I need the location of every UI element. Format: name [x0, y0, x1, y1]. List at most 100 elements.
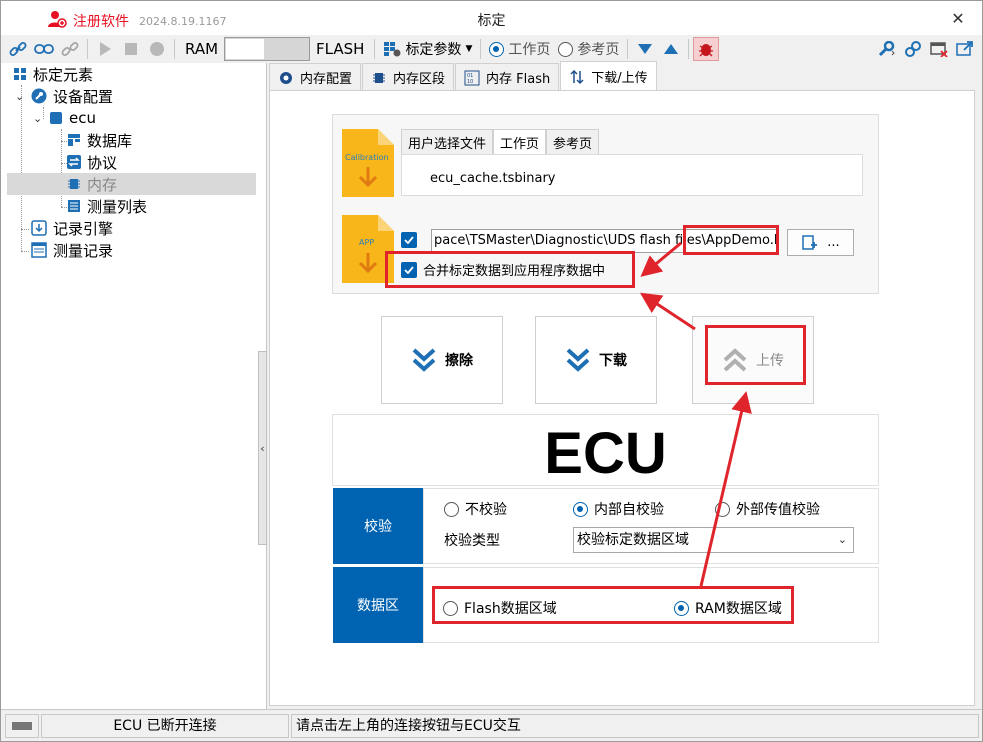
tree-item-database[interactable]: 数据库 [67, 129, 132, 151]
tree-label-measure-list: 测量列表 [87, 197, 148, 216]
verify-option-label: 不校验 [465, 502, 507, 518]
reference-page-radio[interactable]: 参考页 [554, 39, 623, 59]
svg-text:10: 10 [467, 79, 473, 85]
toolbar-separator [174, 39, 175, 59]
record-icon[interactable] [144, 37, 170, 61]
add-file-icon [802, 234, 818, 250]
tab-label: 下载/上传 [591, 71, 648, 86]
toolbar-separator [374, 39, 376, 59]
wrench-icon[interactable] [874, 37, 900, 61]
ecu-title: ECU [332, 414, 879, 486]
tree-item-protocol[interactable]: 协议 [67, 151, 117, 173]
unlink-icon[interactable] [57, 37, 83, 61]
chain-icon[interactable] [31, 37, 57, 61]
play-icon[interactable] [92, 37, 118, 61]
app-path-prefix: pace\TSMaster\Diagnostic\UDS flash files… [434, 233, 706, 248]
tab-memory-config[interactable]: 内存配置 [269, 63, 362, 91]
highlight-data-area [432, 586, 794, 624]
toolbar-separator [480, 39, 482, 59]
ram-label: RAM [185, 40, 219, 58]
verify-option-external[interactable]: 外部传值校验 [715, 499, 820, 519]
verify-option-internal[interactable]: 内部自校验 [573, 499, 664, 519]
chevron-down-icon[interactable]: ⌄ [15, 90, 25, 103]
memory-chip-icon [373, 72, 386, 83]
browse-label: ... [827, 235, 840, 250]
verify-head: 校验 [333, 488, 423, 564]
toolbar: RAM FLASH 标定参数 ▼ 工作页 参考页 [1, 35, 982, 63]
close-window-icon[interactable] [926, 37, 952, 61]
chevron-down-icon: ▼ [465, 44, 473, 54]
tree-label-root: 标定元素 [33, 65, 94, 84]
double-chevron-down-icon [566, 348, 590, 372]
double-chevron-down-icon [412, 348, 436, 372]
calibration-window: 注册软件 2024.8.19.1167 标定 ✕ RAM FLASH 标定参数 … [0, 0, 983, 742]
working-page-radio[interactable]: 工作页 [485, 39, 554, 59]
close-icon[interactable]: ✕ [938, 5, 978, 31]
connection-status: ECU 已断开连接 [41, 714, 289, 738]
collapse-splitter[interactable]: ‹ [258, 351, 267, 545]
erase-label: 擦除 [445, 353, 473, 369]
subtab-working-page[interactable]: 工作页 [493, 129, 547, 155]
measure-record-icon [31, 242, 47, 258]
sync-link-icon[interactable] [900, 37, 926, 61]
calibration-icon-text: Calibration [345, 153, 389, 162]
erase-button[interactable]: 擦除 [381, 316, 503, 404]
tab-download-upload[interactable]: 下载/上传 [560, 61, 657, 91]
subtab-user-file[interactable]: 用户选择文件 [401, 129, 494, 155]
chevron-down-icon: ⌄ [837, 533, 847, 546]
app-icon-text: APP [359, 238, 374, 247]
tab-label: 内存配置 [300, 72, 353, 87]
flash-label: FLASH [316, 40, 365, 58]
subtab-reference-page[interactable]: 参考页 [546, 129, 600, 155]
export-window-icon[interactable] [952, 37, 978, 61]
main-tabs: 内存配置 内存区段 01 10 内存 Flash 下载/上传 [269, 61, 658, 91]
tree-item-measure-list[interactable]: 测量列表 [67, 195, 147, 217]
params-dropdown[interactable]: 标定参数 ▼ [379, 39, 476, 59]
stop-icon[interactable] [118, 37, 144, 61]
tab-label: 内存区段 [393, 72, 446, 87]
register-software[interactable]: 注册软件 2024.8.19.1167 [47, 9, 226, 33]
tree-item-ecu[interactable]: ⌄ ecu [33, 107, 96, 129]
chevron-down-icon[interactable]: ⌄ [33, 112, 43, 125]
memory-chip-icon [68, 179, 80, 189]
tab-memory-flash[interactable]: 01 10 内存 Flash [455, 63, 560, 91]
up-down-arrows-icon [570, 69, 584, 84]
tree-label-memory: 内存 [87, 175, 118, 194]
tab-memory-segment[interactable]: 内存区段 [362, 63, 455, 91]
chevron-left-icon: ‹ [260, 441, 265, 455]
download-button[interactable]: 下载 [535, 316, 657, 404]
ram-flash-toggle[interactable] [224, 37, 311, 61]
gear-icon [280, 71, 292, 84]
tree-item-device-config[interactable]: ⌄ 设备配置 [15, 85, 113, 107]
arrow-down-icon[interactable] [632, 37, 658, 61]
register-label: 注册软件 [73, 14, 129, 30]
bug-icon[interactable] [693, 37, 720, 61]
tree-label-device-config: 设备配置 [53, 87, 114, 106]
download-label: 下载 [599, 353, 627, 369]
working-page-label: 工作页 [508, 42, 551, 58]
data-area-head: 数据区 [333, 567, 423, 643]
tree-item-root[interactable]: 标定元素 [13, 63, 93, 85]
database-icon [68, 134, 80, 146]
verify-option-label: 外部传值校验 [736, 502, 820, 518]
app-file-checkbox[interactable] [401, 232, 417, 248]
arrow-up-icon[interactable] [658, 37, 684, 61]
verify-option-none[interactable]: 不校验 [444, 499, 507, 519]
keyboard-icon [5, 714, 39, 738]
status-hint: 请点击左上角的连接按钮与ECU交互 [291, 714, 979, 738]
tree-item-record-engine[interactable]: 记录引擎 [31, 217, 113, 239]
ecu-chip-icon [50, 112, 62, 124]
browse-button[interactable]: ... [787, 229, 854, 256]
user-register-icon [47, 9, 67, 33]
verify-type-label: 校验类型 [444, 533, 500, 549]
toolbar-separator [627, 39, 629, 59]
tree-item-memory[interactable]: 内存 [7, 173, 256, 195]
binary-icon: 0110 [464, 70, 480, 85]
link-icon[interactable] [5, 37, 31, 61]
list-icon [68, 200, 80, 212]
grid-settings-icon [384, 42, 401, 57]
title-bar: 注册软件 2024.8.19.1167 标定 ✕ [1, 1, 982, 35]
verify-type-select[interactable]: 校验标定数据区域 ⌄ [573, 527, 854, 553]
verify-option-label: 内部自校验 [594, 502, 664, 518]
tree-item-measure-record[interactable]: 测量记录 [31, 239, 113, 261]
